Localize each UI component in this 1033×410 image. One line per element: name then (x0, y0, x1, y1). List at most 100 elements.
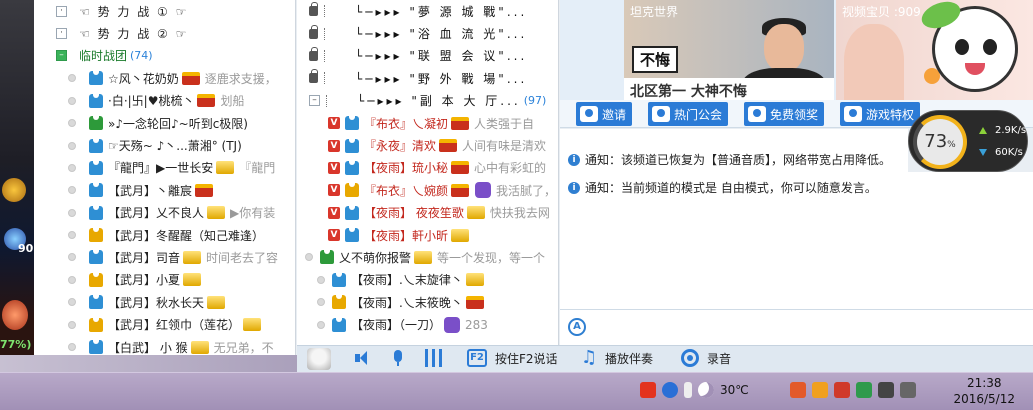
member-name: 【武月】乂不良人 (108, 206, 205, 221)
invite-button[interactable]: 邀请 (576, 102, 633, 126)
game-icon[interactable] (812, 382, 828, 398)
group-row[interactable]: · ☜ 势 力 战 ② ☞ (34, 22, 295, 44)
dropdown-icon[interactable] (684, 382, 692, 398)
member-row[interactable]: 【武月】秋水长天 (34, 291, 295, 313)
game-privilege-button[interactable]: 游戏特权 (840, 102, 921, 126)
status-dot-icon (305, 253, 313, 262)
network-speed-widget[interactable]: 73% 2.9K/s 60K/s (908, 110, 1028, 172)
member-row[interactable]: ☆风丶花奶奶 逐鹿求支援， (34, 67, 295, 89)
shirt-icon (89, 205, 103, 220)
channel-member-row[interactable]: 【夜雨】（一刀） 283 (297, 313, 558, 335)
group-row-temp[interactable]: – 临时战团 (74) (34, 45, 295, 67)
member-name: ☞天殇~ ♪丶...萧湘° (TJ) (108, 139, 242, 154)
member-row[interactable]: 『龍門』▶一世长安 『龍門 (34, 157, 295, 179)
channel-member-row[interactable]: V 【夜雨】琉小秘 心中有彩虹的 (297, 157, 558, 179)
shirt-icon (89, 228, 103, 243)
user-icon (88, 70, 104, 86)
speaker-button[interactable] (353, 349, 379, 367)
channel-member-row[interactable]: V 【夜雨】軒小昕 (297, 224, 558, 246)
moon-icon (698, 382, 714, 398)
channel-row[interactable]: └─▸▸▸ "夢 源 城 戰"... (297, 0, 558, 22)
equalizer-button[interactable] (425, 349, 451, 367)
record-button[interactable]: 录音 (681, 349, 731, 367)
chat-input[interactable]: A (560, 309, 1033, 345)
badge-icon (475, 182, 492, 199)
shirt-icon (89, 71, 103, 86)
upload-speed: 2.9K/s (979, 125, 1026, 136)
sogou-ime-icon[interactable] (640, 382, 656, 398)
game-background-strip: 90 77%) (0, 0, 34, 355)
expand-icon[interactable]: · (56, 5, 67, 17)
status-dot-icon (68, 163, 76, 172)
collapse-icon[interactable]: – (309, 95, 320, 107)
member-row[interactable]: ☞天殇~ ♪丶...萧湘° (TJ) (34, 134, 295, 156)
channel-member-row[interactable]: V 『布衣』乀凝初 人类强于自 (297, 112, 558, 134)
channel-member-row[interactable]: 乂不萌你报警 等一个发现，等一个 (297, 246, 558, 268)
channel-list[interactable]: └─▸▸▸ "夢 源 城 戰"... └─▸▸▸ "浴 血 流 光"... └─▸▸… (297, 0, 559, 345)
channel-member-row[interactable]: V 『永夜』清欢 人间有味是清欢 (297, 134, 558, 156)
channel-member-row[interactable]: 【夜雨】.乀末旋律丶 (297, 269, 558, 291)
channel-row[interactable]: └─▸▸▸ "野 外 戰 場"... (297, 67, 558, 89)
notice-line: i 通知：当前频道的模式是 自由模式，你可以随意发言。 (568, 179, 877, 196)
member-row[interactable]: 【武月】司音 时间老去了容 (34, 246, 295, 268)
push-to-talk-button[interactable]: F2 按住F2说话 (467, 349, 558, 367)
member-row[interactable]: 【白武】 小 猴 无兄弟，不 (34, 336, 295, 355)
status-dot-icon (68, 141, 76, 150)
volume-icon[interactable] (900, 382, 916, 398)
channel-row[interactable]: – └─▸▸▸ "副 本 大 厅... (97) (297, 90, 558, 112)
user-icon (88, 160, 104, 176)
channel-member-row[interactable]: V 『布衣』乀婉颜 我活腻了， (297, 179, 558, 201)
member-row[interactable]: 【武月】小夏 (34, 269, 295, 291)
network-icon[interactable] (878, 382, 894, 398)
app-icon[interactable] (834, 382, 850, 398)
hot-guild-button[interactable]: 热门公会 (648, 102, 729, 126)
channel-name: └─▸▸▸ "夢 源 城 戰"... (355, 4, 528, 19)
info-icon: i (568, 181, 580, 194)
group-row[interactable]: · ☜ 势 力 战 ① ☞ (34, 0, 295, 22)
member-signature: 等一个发现，等一个 (437, 250, 546, 265)
free-gift-button[interactable]: 免费领奖 (744, 102, 825, 126)
member-row[interactable]: 【武月】红领巾（莲花） (34, 313, 295, 335)
microphone-button[interactable] (389, 349, 415, 367)
ad-banner-tank[interactable]: 坦克世界 不悔 北区第一 大神不悔 (624, 0, 834, 100)
channel-name: └─▸▸▸ "浴 血 流 光"... (355, 27, 528, 42)
collapse-icon[interactable]: – (56, 50, 67, 62)
qq-icon[interactable] (790, 382, 806, 398)
status-dot-icon (317, 298, 325, 307)
strip-number: 90 (18, 242, 34, 255)
member-row[interactable]: 【武月】冬醒醒（知己难逢） (34, 224, 295, 246)
crown-icon (414, 250, 433, 264)
member-name: »♪一念轮回♪~听到c极限) (108, 116, 248, 131)
channel-row[interactable]: └─▸▸▸ "浴 血 流 光"... (297, 22, 558, 44)
avatar[interactable] (307, 348, 331, 370)
member-row[interactable]: 【武月】乂不良人 ▶你有装 (34, 202, 295, 224)
user-icon (344, 138, 360, 154)
member-row[interactable]: ·白·|卐|♥桃梳丶 划船 (34, 90, 295, 112)
channel-row[interactable]: └─▸▸▸ "联 盟 会 议"... (297, 45, 558, 67)
help-icon[interactable] (662, 382, 678, 398)
play-accompaniment-button[interactable]: 播放伴奏 (579, 347, 653, 368)
vip-icon: V (328, 229, 340, 242)
crown-icon (451, 161, 470, 175)
status-dot-icon (68, 275, 76, 284)
ad-title: 视频宝贝 :909 (842, 5, 921, 19)
member-row[interactable]: »♪一念轮回♪~听到c极限) (34, 112, 295, 134)
channel-member-row[interactable]: V 【夜雨】 夜夜笙歌 快扶我去网 (297, 202, 558, 224)
channel-member-row[interactable]: 【夜雨】.乀末筱晚丶 (297, 291, 558, 313)
mascot-bunny-icon[interactable] (918, 0, 1018, 92)
shirt-icon (89, 93, 103, 108)
clock[interactable]: 21:38 2016/5/12 (953, 375, 1015, 407)
member-row[interactable]: 【武月】丶離宸 (34, 179, 295, 201)
shirt-icon (320, 250, 334, 265)
member-name: 【夜雨】琉小秘 (364, 161, 449, 176)
member-list-left[interactable]: · ☜ 势 力 战 ① ☞ · ☜ 势 力 战 ② ☞ – 临时战团 (74) … (34, 0, 296, 355)
message-area: i 通知：该频道已恢复为【普通音质】，网络带宽占用降低。 i 通知：当前频道的模… (560, 129, 908, 309)
crown-icon (465, 295, 484, 309)
ad-banner-video[interactable]: 视频宝贝 :909 (836, 0, 1033, 100)
crown-icon (451, 116, 470, 130)
security-icon[interactable] (856, 382, 872, 398)
expand-icon[interactable]: · (56, 28, 67, 40)
font-style-icon[interactable]: A (568, 318, 586, 336)
download-arrow-icon (979, 148, 987, 156)
member-name: 【白武】 小 猴 (108, 340, 188, 355)
